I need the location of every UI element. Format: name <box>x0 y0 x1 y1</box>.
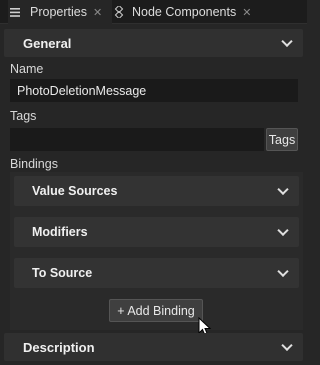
name-label: Name <box>10 62 44 76</box>
to-source-title: To Source <box>32 266 93 280</box>
tab-properties-label: Properties <box>30 5 87 19</box>
name-field[interactable]: PhotoDeletionMessage <box>10 79 298 102</box>
close-icon[interactable]: ✕ <box>242 6 251 19</box>
tags-field[interactable] <box>10 128 264 151</box>
tab-properties[interactable]: Properties ✕ <box>8 0 112 24</box>
tags-button[interactable]: Tags <box>266 128 298 151</box>
chevron-down-icon <box>277 265 289 278</box>
chevron-down-icon <box>277 183 289 196</box>
description-section-header[interactable]: Description <box>4 333 303 361</box>
modifiers-title: Modifiers <box>32 225 88 239</box>
bindings-label: Bindings <box>10 157 58 171</box>
add-binding-button[interactable]: + Add Binding <box>109 299 203 322</box>
tags-label: Tags <box>10 109 37 123</box>
chevron-down-icon <box>277 224 289 237</box>
chevron-down-icon <box>281 339 293 352</box>
modifiers-header[interactable]: Modifiers <box>14 217 299 247</box>
tab-bar: Properties ✕ Node Components ✕ <box>0 0 307 24</box>
value-sources-header[interactable]: Value Sources <box>14 176 299 206</box>
close-icon[interactable]: ✕ <box>93 6 102 19</box>
general-title: General <box>23 35 72 51</box>
to-source-header[interactable]: To Source <box>14 258 299 288</box>
hamburger-icon <box>8 7 22 17</box>
description-title: Description <box>23 339 95 355</box>
tab-node-components[interactable]: Node Components ✕ <box>112 0 272 24</box>
value-sources-title: Value Sources <box>32 184 118 198</box>
general-section-header[interactable]: General <box>4 29 303 57</box>
tab-node-components-label: Node Components <box>132 5 237 19</box>
nodes-icon <box>112 6 126 18</box>
chevron-down-icon <box>281 35 293 48</box>
